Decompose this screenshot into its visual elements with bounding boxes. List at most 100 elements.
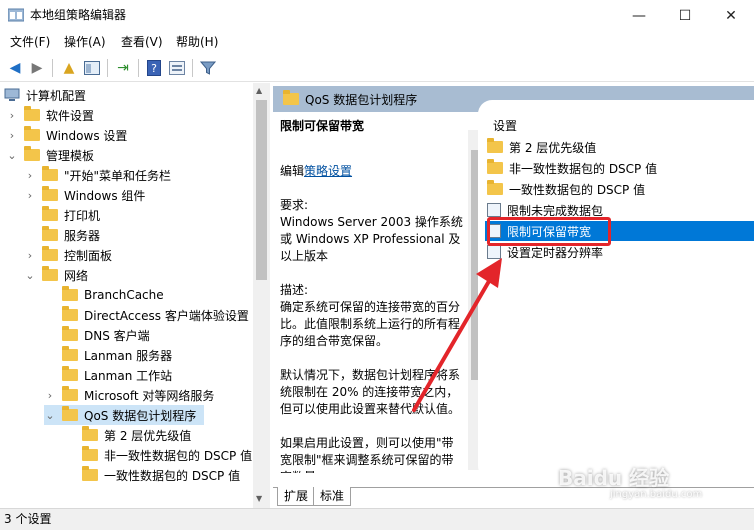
policy-setting-icon [487,203,501,217]
toolbar-separator [138,59,139,77]
tree-label: QoS 数据包计划程序 [84,408,197,423]
properties-icon[interactable] [167,58,187,78]
chevron-right-icon[interactable]: › [24,189,36,202]
tree-item[interactable]: Lanman 工作站 [44,365,172,385]
edit-policy-link[interactable]: 策略设置 [304,164,352,178]
folder-icon [487,159,503,174]
tree-item[interactable]: 打印机 [24,205,100,225]
tree-item[interactable]: 第 2 层优先级值 [64,425,191,445]
annotation-arrow-icon [412,258,502,412]
settings-item-label: 限制未完成数据包 [507,203,604,218]
filter-icon[interactable] [198,58,218,78]
close-button[interactable]: ✕ [708,0,754,31]
settings-item-folder[interactable]: 一致性数据包的 DSCP 值 [487,179,645,199]
folder-icon [283,90,299,105]
folder-icon [42,266,58,281]
tree-item[interactable]: ⌄ 管理模板 [6,145,94,165]
tree-label: Windows 设置 [46,128,128,143]
chevron-down-icon[interactable]: ⌄ [6,149,18,162]
tree-label: Lanman 服务器 [84,348,173,363]
folder-icon [42,166,58,181]
export-icon[interactable]: ⇥ [113,58,133,78]
scroll-up-icon[interactable]: ▲ [256,86,262,95]
tree-label: Windows 组件 [64,188,146,203]
folder-icon [487,138,503,153]
tree-item[interactable]: › Windows 组件 [24,185,145,205]
tree-item[interactable]: › 控制面板 [24,245,112,265]
tree-item-selected[interactable]: ⌄ QoS 数据包计划程序 [44,405,204,425]
tree-label: "开始"菜单和任务栏 [64,168,172,183]
back-arrow-icon[interactable]: ◀ [5,58,25,78]
menu-help[interactable]: 帮助(H) [176,34,218,50]
tree-label: DNS 客户端 [84,328,150,343]
group-policy-app-icon [8,8,24,22]
folder-icon [82,426,98,441]
tree-label: 第 2 层优先级值 [104,428,192,443]
tree-label: 服务器 [64,228,101,243]
tree-label: 控制面板 [64,248,113,263]
minimize-button[interactable]: — [616,0,662,31]
chevron-down-icon[interactable]: ⌄ [44,409,56,422]
requirements-label: 要求: [280,198,309,212]
settings-item-label: 设置定时器分辨率 [507,245,604,260]
show-hide-tree-icon[interactable] [82,58,102,78]
computer-icon [4,88,20,101]
tab-standard[interactable]: 标准 [313,487,352,506]
tree-item[interactable]: DNS 客户端 [44,325,150,345]
folder-icon [24,126,40,141]
settings-column-header[interactable]: 设置 [493,117,517,134]
tree-item[interactable]: BranchCache [44,285,164,305]
settings-item-label: 第 2 层优先级值 [509,140,597,155]
folder-icon [42,246,58,261]
tab-extended[interactable]: 扩展 [277,487,316,506]
tree-item[interactable]: › Windows 设置 [6,125,127,145]
settings-item-label: 非一致性数据包的 DSCP 值 [509,161,658,176]
forward-arrow-icon[interactable]: ▶ [27,58,47,78]
tree-label: 网络 [64,268,89,283]
close-icon: ✕ [725,7,737,24]
minimize-icon: — [632,7,646,24]
tree-item[interactable]: › 软件设置 [6,105,94,125]
menu-file[interactable]: 文件(F) [10,34,50,50]
folder-icon [24,106,40,121]
settings-item-label: 一致性数据包的 DSCP 值 [509,182,646,197]
up-folder-icon[interactable]: ▲ [59,58,79,78]
menu-action[interactable]: 操作(A) [64,34,106,50]
tree-root[interactable]: 计算机配置 [4,85,86,105]
settings-item-folder[interactable]: 第 2 层优先级值 [487,137,596,157]
tree-item[interactable]: 服务器 [24,225,100,245]
folder-icon [82,466,98,481]
chevron-right-icon[interactable]: › [6,129,18,142]
tree-item[interactable]: › "开始"菜单和任务栏 [24,165,171,185]
menu-view[interactable]: 查看(V) [121,34,163,50]
tree-label: Lanman 工作站 [84,368,173,383]
folder-icon [42,186,58,201]
enable-text: 如果启用此设置，则可以使用"带宽限制"框来调整系统可保留的带宽数量。 [280,436,454,473]
baidu-watermark: Baidu 经验 [558,466,670,490]
tree-item[interactable]: Lanman 服务器 [44,345,172,365]
settings-item-folder[interactable]: 非一致性数据包的 DSCP 值 [487,158,657,178]
tree-item[interactable]: 非一致性数据包的 DSCP 值 [64,445,252,465]
scroll-down-icon[interactable]: ▼ [256,494,262,503]
chevron-down-icon[interactable]: ⌄ [24,269,36,282]
help-icon[interactable]: ? [144,58,164,78]
chevron-right-icon[interactable]: › [6,109,18,122]
folder-icon [24,146,40,161]
tree-label: DirectAccess 客户端体验设置 [84,308,249,323]
tree-item[interactable]: 一致性数据包的 DSCP 值 [64,465,240,485]
folder-icon [62,306,78,321]
tree-item[interactable]: › Microsoft 对等网络服务 [44,385,214,405]
detail-header-title: QoS 数据包计划程序 [305,92,418,107]
window-title: 本地组策略编辑器 [30,8,127,22]
chevron-right-icon[interactable]: › [44,389,56,402]
tree-scrollbar-thumb[interactable] [256,100,267,280]
status-text: 3 个设置 [4,512,52,526]
menu-bar [0,31,754,53]
folder-icon [42,226,58,241]
maximize-button[interactable]: ☐ [662,0,708,31]
chevron-right-icon[interactable]: › [24,169,36,182]
tree-item[interactable]: DirectAccess 客户端体验设置 [44,305,249,325]
folder-icon [62,346,78,361]
chevron-right-icon[interactable]: › [24,249,36,262]
tree-item[interactable]: ⌄ 网络 [24,265,88,285]
